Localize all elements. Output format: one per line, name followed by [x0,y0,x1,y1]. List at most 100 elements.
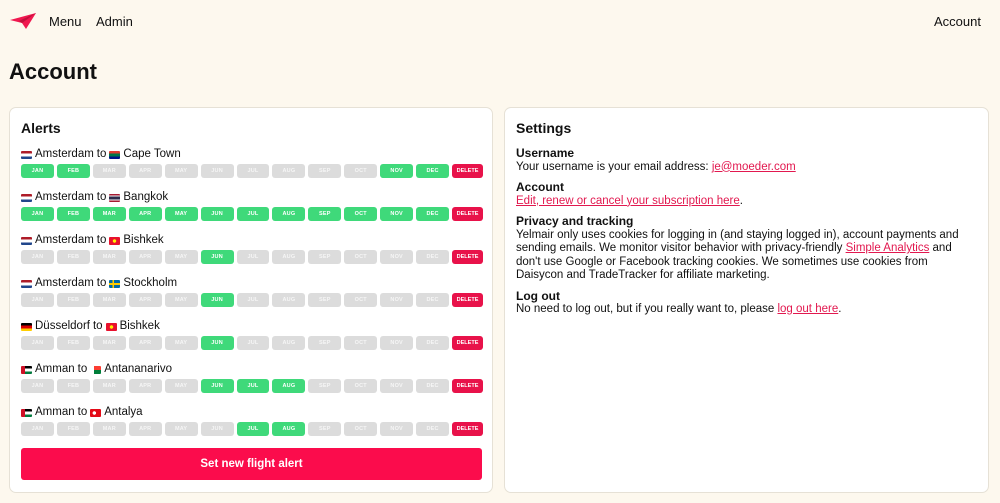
delete-alert-button[interactable]: DELETE [452,336,483,350]
month-toggle-jan[interactable]: JAN [21,293,54,307]
month-toggle-jul[interactable]: JUL [236,207,270,221]
month-toggle-jun[interactable]: JUN [200,293,234,307]
month-toggle-jul[interactable]: JUL [236,293,270,307]
month-toggle-dec[interactable]: DEC [416,379,450,393]
month-toggle-aug[interactable]: AUG [272,250,306,264]
month-toggle-jun[interactable]: JUN [200,207,234,221]
month-toggle-may[interactable]: MAY [164,250,198,264]
month-toggle-dec[interactable]: DEC [416,164,450,178]
month-toggle-jul[interactable]: JUL [236,379,270,393]
nav-account-link[interactable]: Account [934,14,981,29]
month-toggle-mar[interactable]: MAR [92,164,126,178]
month-toggle-oct[interactable]: OCT [344,207,378,221]
month-toggle-dec[interactable]: DEC [416,422,450,436]
month-toggle-jun[interactable]: JUN [200,379,234,393]
month-toggle-oct[interactable]: OCT [344,164,378,178]
month-toggle-apr[interactable]: APR [128,207,162,221]
month-toggle-sep[interactable]: SEP [308,422,342,436]
month-toggle-apr[interactable]: APR [128,422,162,436]
month-toggle-feb[interactable]: FEB [56,422,90,436]
paper-plane-logo-icon[interactable] [9,12,37,30]
month-toggle-jun[interactable]: JUN [200,336,234,350]
delete-alert-button[interactable]: DELETE [452,293,483,307]
month-toggle-nov[interactable]: NOV [380,379,414,393]
month-toggle-mar[interactable]: MAR [92,293,126,307]
month-toggle-may[interactable]: MAY [164,164,198,178]
subscription-link[interactable]: Edit, renew or cancel your subscription … [516,195,740,207]
month-toggle-dec[interactable]: DEC [416,207,450,221]
delete-alert-button[interactable]: DELETE [452,379,483,393]
month-toggle-apr[interactable]: APR [128,336,162,350]
month-toggle-mar[interactable]: MAR [92,336,126,350]
username-email-link[interactable]: je@moeder.com [712,161,796,173]
month-toggle-feb[interactable]: FEB [56,207,90,221]
month-toggle-sep[interactable]: SEP [308,207,342,221]
month-toggle-feb[interactable]: FEB [56,164,90,178]
month-toggle-jan[interactable]: JAN [21,379,54,393]
month-toggle-nov[interactable]: NOV [380,422,414,436]
month-toggle-jan[interactable]: JAN [21,336,54,350]
month-toggle-aug[interactable]: AUG [272,379,306,393]
month-toggle-may[interactable]: MAY [164,336,198,350]
month-toggle-may[interactable]: MAY [164,422,198,436]
month-toggle-oct[interactable]: OCT [344,250,378,264]
month-toggle-jun[interactable]: JUN [200,422,234,436]
month-toggle-dec[interactable]: DEC [416,336,450,350]
delete-alert-button[interactable]: DELETE [452,422,483,436]
month-toggle-feb[interactable]: FEB [56,336,90,350]
month-toggle-mar[interactable]: MAR [92,250,126,264]
month-toggle-jun[interactable]: JUN [200,250,234,264]
delete-alert-button[interactable]: DELETE [452,164,483,178]
month-toggle-dec[interactable]: DEC [416,293,450,307]
month-toggle-aug[interactable]: AUG [272,422,306,436]
month-toggle-aug[interactable]: AUG [272,336,306,350]
month-toggle-oct[interactable]: OCT [344,293,378,307]
month-toggle-may[interactable]: MAY [164,293,198,307]
month-toggle-apr[interactable]: APR [128,164,162,178]
month-toggle-nov[interactable]: NOV [380,207,414,221]
month-toggle-may[interactable]: MAY [164,207,198,221]
month-toggle-feb[interactable]: FEB [56,250,90,264]
month-toggle-mar[interactable]: MAR [92,422,126,436]
set-new-flight-alert-button[interactable]: Set new flight alert [21,448,482,480]
month-toggle-sep[interactable]: SEP [308,336,342,350]
month-toggle-jan[interactable]: JAN [21,250,54,264]
month-toggle-jun[interactable]: JUN [200,164,234,178]
delete-alert-button[interactable]: DELETE [452,250,483,264]
nav-admin-link[interactable]: Admin [96,14,133,29]
month-toggle-jul[interactable]: JUL [236,250,270,264]
month-toggle-nov[interactable]: NOV [380,293,414,307]
month-toggle-nov[interactable]: NOV [380,250,414,264]
month-toggle-apr[interactable]: APR [128,379,162,393]
month-toggle-may[interactable]: MAY [164,379,198,393]
month-toggle-feb[interactable]: FEB [56,293,90,307]
month-toggle-apr[interactable]: APR [128,293,162,307]
month-toggle-jul[interactable]: JUL [236,164,270,178]
month-toggle-jan[interactable]: JAN [21,164,54,178]
month-toggle-mar[interactable]: MAR [92,207,126,221]
month-toggle-sep[interactable]: SEP [308,379,342,393]
month-toggle-feb[interactable]: FEB [56,379,90,393]
month-toggle-aug[interactable]: AUG [272,164,306,178]
month-toggle-sep[interactable]: SEP [308,293,342,307]
month-toggle-aug[interactable]: AUG [272,207,306,221]
month-toggle-nov[interactable]: NOV [380,336,414,350]
month-toggle-jan[interactable]: JAN [21,207,54,221]
simple-analytics-link[interactable]: Simple Analytics [846,242,930,254]
month-toggle-oct[interactable]: OCT [344,336,378,350]
month-toggle-jul[interactable]: JUL [236,422,270,436]
month-toggle-nov[interactable]: NOV [380,164,414,178]
nav-menu-link[interactable]: Menu [49,14,82,29]
month-toggle-oct[interactable]: OCT [344,422,378,436]
month-toggle-mar[interactable]: MAR [92,379,126,393]
month-toggle-oct[interactable]: OCT [344,379,378,393]
month-toggle-sep[interactable]: SEP [308,164,342,178]
month-toggle-apr[interactable]: APR [128,250,162,264]
delete-alert-button[interactable]: DELETE [452,207,483,221]
month-toggle-sep[interactable]: SEP [308,250,342,264]
month-toggle-jan[interactable]: JAN [21,422,54,436]
month-toggle-dec[interactable]: DEC [416,250,450,264]
month-toggle-jul[interactable]: JUL [236,336,270,350]
logout-link[interactable]: log out here [777,303,838,315]
month-toggle-aug[interactable]: AUG [272,293,306,307]
